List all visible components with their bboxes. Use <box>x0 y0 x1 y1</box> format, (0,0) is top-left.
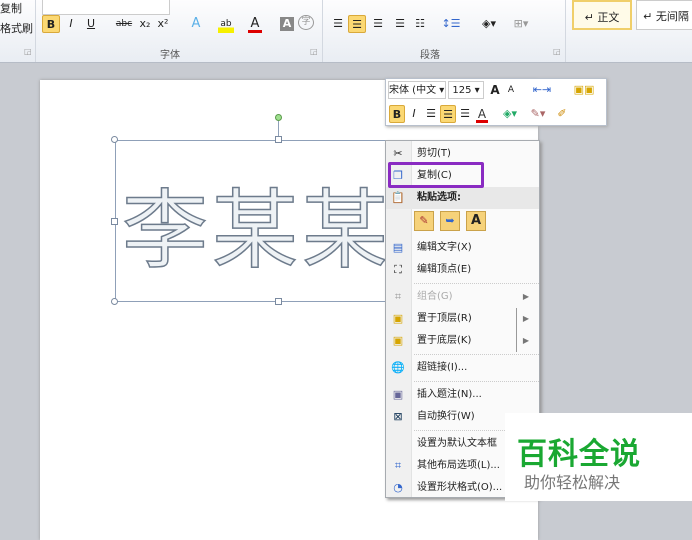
line-spacing-button[interactable]: ↕☰ <box>440 15 462 33</box>
style-no-spacing[interactable]: ↵ 无间隔 <box>636 0 692 30</box>
bring-front-icon: ▣ <box>392 312 404 325</box>
submenu-arrow-icon[interactable]: ▶ <box>515 308 529 330</box>
borders-button[interactable]: ⊞▾ <box>510 15 532 33</box>
menu-item-send-to-back[interactable]: ▣ 置于底层(K) ▶ <box>386 330 539 352</box>
text-effect-button[interactable]: A <box>188 15 204 33</box>
watermark-subtitle: 助你轻松解决 <box>524 473 621 492</box>
strikethrough-button[interactable]: abc <box>114 15 134 33</box>
format-painter-button[interactable]: 格式刷 <box>0 20 34 38</box>
shrink-font-button[interactable]: A <box>504 81 518 99</box>
paste-icon: 📋 <box>391 191 405 204</box>
menu-item-bring-to-front[interactable]: ▣ 置于顶层(R) ▶ <box>386 308 539 330</box>
resize-handle[interactable] <box>111 136 118 143</box>
submenu-arrow-icon: ▶ <box>522 292 529 301</box>
format-painter-icon[interactable]: ✐ <box>554 105 570 123</box>
resize-handle[interactable] <box>275 298 282 305</box>
layout-icon: ⌗ <box>394 459 402 472</box>
mini-outline-button[interactable]: ✎▾ <box>526 105 550 123</box>
scissors-icon: ✂ <box>393 147 403 160</box>
mini-italic-button[interactable]: I <box>408 105 420 123</box>
resize-handle[interactable] <box>111 298 118 305</box>
menu-item-hyperlink[interactable]: 🌐 超链接(I)... <box>386 357 539 379</box>
font-group-label: 字体 <box>160 50 180 61</box>
edit-points-icon: ⛶ <box>394 263 402 276</box>
watermark: 百科全说 助你轻松解决 <box>505 413 692 501</box>
mini-fill-button[interactable]: ◈▾ <box>498 105 522 123</box>
mini-align-left-button[interactable]: ☰ <box>424 105 438 123</box>
group-icon: ⌗ <box>394 290 402 303</box>
ribbon: 复制 格式刷 ◲ B I U abc x₂ x² A ab A A 字 字体 ◲… <box>0 0 692 63</box>
indent-buttons[interactable]: ⇤⇥ <box>524 81 560 99</box>
distribute-button[interactable]: ☷ <box>412 15 428 33</box>
hyperlink-icon: 🌐 <box>391 361 405 374</box>
italic-button[interactable]: I <box>64 15 78 33</box>
paragraph-launcher-icon[interactable]: ◲ <box>553 47 561 56</box>
resize-handle[interactable] <box>111 218 118 225</box>
style-normal[interactable]: ↵ 正文 <box>572 0 632 30</box>
paragraph-group-label: 段落 <box>420 50 440 61</box>
menu-item-group[interactable]: ⌗ 组合(G) ▶ <box>386 286 539 308</box>
char-shading-button[interactable]: A <box>280 17 294 31</box>
font-name-box[interactable] <box>42 0 170 15</box>
edit-text-icon: ▤ <box>392 241 404 254</box>
rotate-handle[interactable] <box>275 114 282 121</box>
menu-item-edit-text[interactable]: ▤ 编辑文字(X) <box>386 237 539 259</box>
submenu-arrow-icon[interactable]: ▶ <box>515 330 529 352</box>
copy-button[interactable]: 复制 <box>0 0 30 18</box>
mini-align-center-button[interactable]: ☰ <box>440 105 456 123</box>
font-size-dropdown[interactable]: 125 ▾ <box>448 81 484 99</box>
grow-font-button[interactable]: A <box>488 81 502 99</box>
caption-icon: ▣ <box>392 388 404 401</box>
font-color-button[interactable]: A <box>248 15 262 33</box>
align-left-button[interactable]: ☰ <box>330 15 346 33</box>
format-shape-icon: ◔ <box>393 481 403 494</box>
mini-bold-button[interactable]: B <box>389 105 405 123</box>
highlight-button[interactable]: ab <box>218 15 234 33</box>
enclose-char-button[interactable]: 字 <box>298 15 314 30</box>
paste-keep-source-button[interactable]: ✎ <box>414 211 434 231</box>
resize-handle[interactable] <box>275 136 282 143</box>
paste-text-only-button[interactable]: A <box>466 211 486 231</box>
justify-button[interactable]: ☰ <box>392 15 408 33</box>
mini-font-color-button[interactable]: A <box>476 105 488 123</box>
mini-toolbar: 宋体 (中文 ▾ 125 ▾ A A ⇤⇥ ▣▣ B I ☰ ☰ ☰ A ◈▾ … <box>385 78 607 126</box>
copy-format-icons[interactable]: ▣▣ <box>566 81 602 99</box>
font-name-dropdown[interactable]: 宋体 (中文 ▾ <box>388 81 446 99</box>
underline-button[interactable]: U <box>84 15 98 33</box>
paste-merge-button[interactable]: ➥ <box>440 211 460 231</box>
font-launcher-icon[interactable]: ◲ <box>310 47 318 56</box>
wrap-icon: ⊠ <box>393 410 403 423</box>
bold-button[interactable]: B <box>42 15 60 33</box>
align-right-button[interactable]: ☰ <box>370 15 386 33</box>
menu-item-edit-points[interactable]: ⛶ 编辑顶点(E) <box>386 259 539 281</box>
subscript-button[interactable]: x₂ <box>138 15 152 33</box>
menu-item-paste-options: 📋 粘贴选项: <box>386 187 539 209</box>
menu-item-insert-caption[interactable]: ▣ 插入题注(N)... <box>386 384 539 406</box>
copy-highlight-box <box>388 162 484 188</box>
superscript-button[interactable]: x² <box>156 15 170 33</box>
watermark-title: 百科全说 <box>517 437 641 472</box>
clipboard-launcher-icon[interactable]: ◲ <box>24 47 32 56</box>
mini-align-right-button[interactable]: ☰ <box>458 105 472 123</box>
send-back-icon: ▣ <box>392 334 404 347</box>
align-center-button[interactable]: ☰ <box>348 15 366 33</box>
shading-button[interactable]: ◈▾ <box>478 15 500 33</box>
